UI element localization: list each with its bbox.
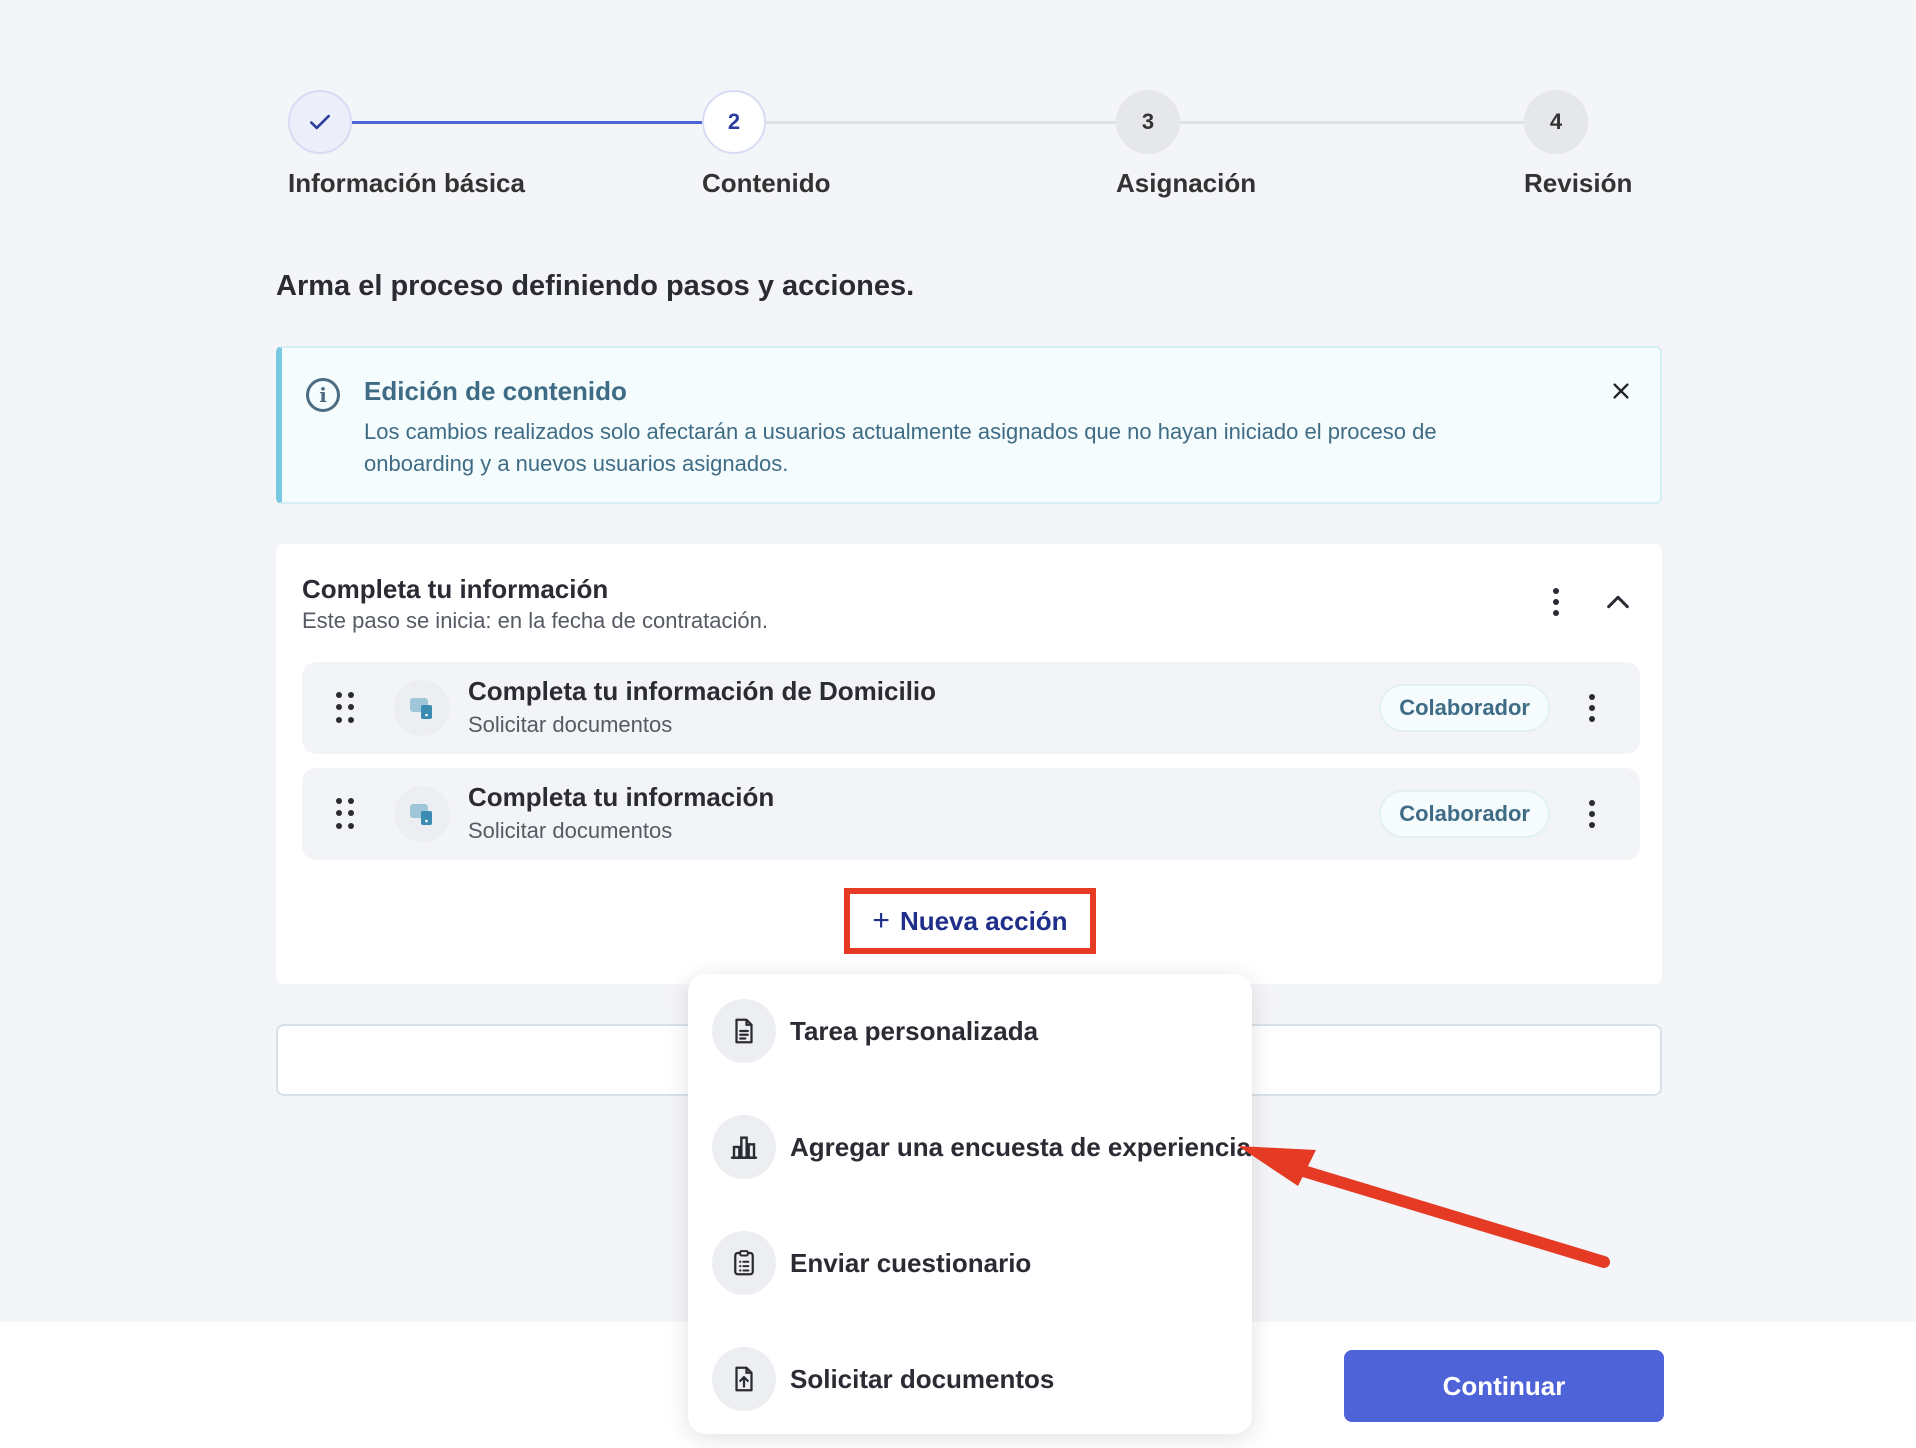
menu-item-label: Tarea personalizada (790, 1015, 1039, 1046)
progress-stepper: Información básica 2 Contenido 3 Asignac… (288, 90, 1632, 210)
banner-title: Edición de contenido (364, 376, 627, 406)
action-title: Completa tu información (468, 782, 775, 812)
menu-item-label: Solicitar documentos (790, 1363, 1055, 1394)
action-more-options-icon[interactable] (1580, 688, 1604, 728)
info-banner: i Edición de contenido Los cambios reali… (276, 346, 1662, 504)
banner-text: Los cambios realizados solo afectarán a … (364, 419, 1437, 476)
step-1-label: Información básica (288, 168, 525, 198)
menu-item-request-documents[interactable]: Solicitar documentos (712, 1346, 1232, 1412)
action-more-options-icon[interactable] (1580, 794, 1604, 834)
step-subtitle: Este paso se inicia: en la fecha de cont… (302, 608, 768, 633)
plus-icon: + (872, 904, 890, 937)
step-1-circle[interactable] (288, 90, 352, 154)
action-item[interactable]: Completa tu información de Domicilio Sol… (302, 662, 1640, 754)
assignee-badge: Colaborador (1379, 684, 1550, 732)
step-3-label: Asignación (1116, 168, 1257, 198)
bar-chart-icon (712, 1115, 776, 1179)
new-action-button[interactable]: + Nueva acción (844, 888, 1096, 954)
new-action-menu: Tarea personalizada Agregar una encuesta… (688, 974, 1252, 1434)
chevron-up-icon[interactable] (1604, 588, 1632, 616)
file-upload-icon (712, 1347, 776, 1411)
assignee-badge: Colaborador (1379, 790, 1550, 838)
drag-handle-icon[interactable] (336, 798, 354, 830)
continue-button[interactable]: Continuar (1344, 1350, 1664, 1422)
menu-item-label: Agregar una encuesta de experiencia (790, 1131, 1251, 1162)
step-title: Completa tu información (302, 574, 609, 604)
check-icon (310, 114, 330, 130)
devices-icon (394, 786, 450, 842)
action-type: Solicitar documentos (468, 712, 673, 737)
new-action-label: Nueva acción (899, 905, 1068, 936)
step-2-label: Contenido (702, 168, 831, 198)
close-icon[interactable] (1610, 378, 1632, 408)
page-subtitle: Arma el proceso definiendo pasos y accio… (276, 270, 915, 302)
clipboard-icon (712, 1231, 776, 1295)
action-title: Completa tu información de Domicilio (468, 676, 937, 706)
step-4-circle[interactable]: 4 (1524, 90, 1588, 154)
stepper-connector-done (352, 121, 702, 124)
stepper-connector (1180, 121, 1530, 124)
step-2-circle[interactable]: 2 (702, 90, 766, 154)
menu-item-send-questionnaire[interactable]: Enviar cuestionario (712, 1230, 1232, 1296)
step-card: Completa tu información Este paso se ini… (276, 544, 1662, 984)
info-icon: i (306, 378, 340, 412)
action-item[interactable]: Completa tu información Solicitar docume… (302, 768, 1640, 860)
menu-item-experience-survey[interactable]: Agregar una encuesta de experiencia (712, 1114, 1251, 1180)
action-type: Solicitar documentos (468, 818, 673, 843)
menu-item-custom-task[interactable]: Tarea personalizada (712, 998, 1232, 1064)
step-3-circle[interactable]: 3 (1116, 90, 1180, 154)
step-more-options-icon[interactable] (1544, 582, 1568, 622)
devices-icon (394, 680, 450, 736)
menu-item-label: Enviar cuestionario (790, 1247, 1032, 1278)
drag-handle-icon[interactable] (336, 692, 354, 724)
step-4-label: Revisión (1524, 168, 1633, 198)
stepper-connector (766, 121, 1116, 124)
document-icon (712, 999, 776, 1063)
